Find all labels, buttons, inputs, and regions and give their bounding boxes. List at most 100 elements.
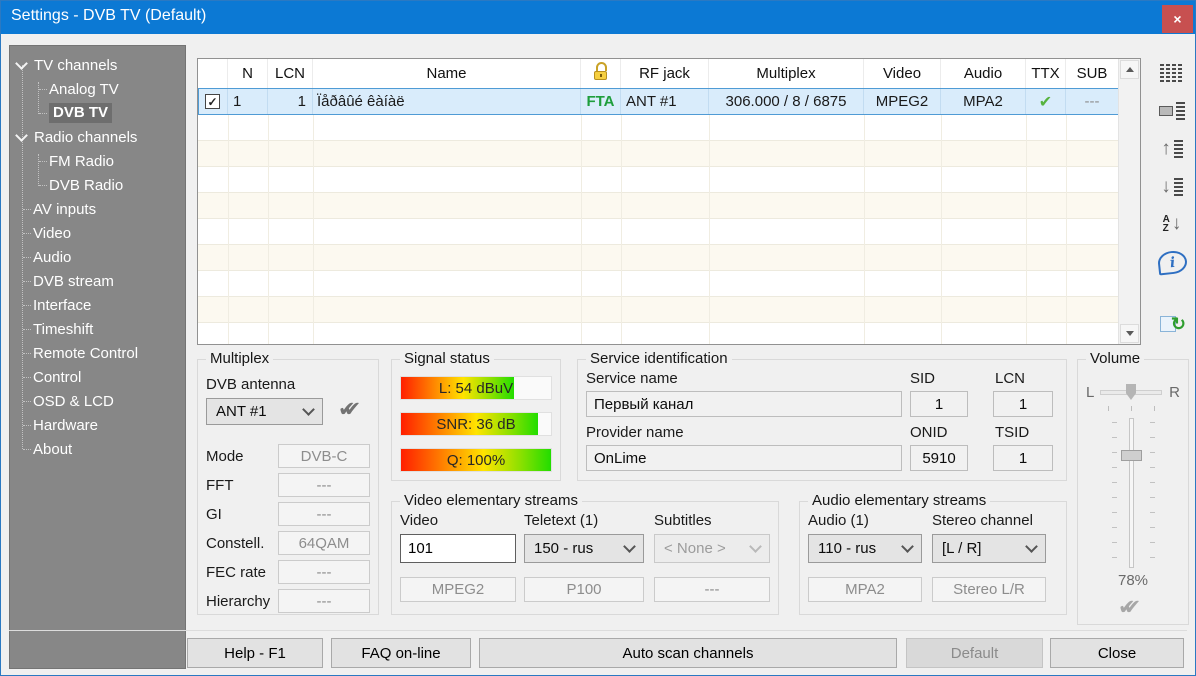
sidebar-item-audio[interactable]: Audio (10, 245, 185, 269)
header-multiplex[interactable]: Multiplex (709, 59, 864, 88)
sidebar-item-control[interactable]: Control (10, 365, 185, 389)
balance-tick (1108, 406, 1109, 411)
move-down-icon: ↓ (1161, 178, 1183, 196)
teletext-select[interactable]: 150 - rus (524, 534, 644, 563)
fft-value: --- (278, 473, 370, 497)
multiplex-group: Multiplex DVB antenna ANT #1 Mode DVB-C … (197, 359, 379, 615)
column-gridlines (198, 88, 199, 344)
header-sub[interactable]: SUB (1066, 59, 1119, 88)
lcn-field: 1 (993, 391, 1053, 417)
sidebar-item-remote-control[interactable]: Remote Control (10, 341, 185, 365)
chevron-down-icon (901, 540, 914, 553)
channel-info-button[interactable]: i (1151, 248, 1193, 276)
scroll-up-button[interactable] (1120, 60, 1139, 79)
video-pid-input[interactable]: 101 (400, 534, 516, 563)
rescan-button[interactable]: ↻ (1151, 311, 1193, 339)
audio-codec-field: MPA2 (808, 577, 922, 602)
channel-grid-button[interactable] (1151, 59, 1193, 87)
audio-streams-group: Audio elementary streams Audio (1) Stere… (799, 501, 1067, 615)
sidebar-item-osd-lcd[interactable]: OSD & LCD (10, 389, 185, 413)
audio-select[interactable]: 110 - rus (808, 534, 922, 563)
service-identification-title: Service identification (586, 350, 732, 367)
faq-button[interactable]: FAQ on-line (331, 638, 471, 668)
chevron-down-icon[interactable] (15, 57, 28, 70)
sidebar-item-tv-channels[interactable]: TV channels (10, 53, 185, 77)
teletext-page-field: P100 (524, 577, 644, 602)
scroll-down-button[interactable] (1120, 324, 1139, 343)
edit-channel-button[interactable] (1151, 97, 1193, 125)
sidebar-item-radio-channels[interactable]: Radio channels (10, 125, 185, 149)
channel-checkbox[interactable]: ✓ (205, 94, 220, 109)
video-streams-title: Video elementary streams (400, 492, 582, 509)
header-n[interactable]: N (228, 59, 268, 88)
sidebar-item-dvb-radio[interactable]: DVB Radio (10, 173, 185, 197)
header-lcn[interactable]: LCN (268, 59, 313, 88)
header-rf-jack[interactable]: RF jack (621, 59, 709, 88)
stereo-channel-select[interactable]: [L / R] (932, 534, 1046, 563)
service-name-field[interactable]: Первый канал (586, 391, 902, 417)
sidebar-item-about[interactable]: About (10, 437, 185, 461)
chevron-down-icon[interactable] (15, 129, 28, 142)
constellation-value: 64QAM (278, 531, 370, 555)
stereo-channel-label: Stereo channel (932, 512, 1033, 529)
dvb-antenna-select[interactable]: ANT #1 (206, 398, 323, 425)
table-row[interactable]: ✓ 1 1 Ïåðâûé êàíàë FTA ANT #1 306.000 / … (198, 88, 1119, 115)
footer-separator (9, 630, 1187, 631)
signal-snr-bar: SNR: 36 dB (400, 412, 552, 436)
sort-button[interactable]: AZ↓ (1151, 210, 1193, 238)
balance-tick (1131, 406, 1132, 411)
move-down-button[interactable]: ↓ (1151, 173, 1193, 201)
service-name-label: Service name (586, 370, 678, 387)
sidebar-item-av-inputs[interactable]: AV inputs (10, 197, 185, 221)
header-video[interactable]: Video (864, 59, 941, 88)
chevron-down-icon (1025, 540, 1038, 553)
help-button[interactable]: Help - F1 (187, 638, 323, 668)
video-codec-field: MPEG2 (400, 577, 516, 602)
volume-group-title: Volume (1086, 350, 1144, 367)
balance-right-label: R (1169, 384, 1180, 401)
channel-table-body: ✓ 1 1 Ïåðâûé êàíàë FTA ANT #1 306.000 / … (198, 88, 1119, 344)
signal-quality-bar: Q: 100% (400, 448, 552, 472)
teletext-label: Teletext (1) (524, 512, 598, 529)
header-scrambled[interactable] (581, 59, 621, 88)
sidebar-item-timeshift[interactable]: Timeshift (10, 317, 185, 341)
close-dialog-button[interactable]: Close (1050, 638, 1184, 668)
sidebar-item-video[interactable]: Video (10, 221, 185, 245)
row-gridlines (198, 115, 1119, 344)
auto-scan-button[interactable]: Auto scan channels (479, 638, 897, 668)
mode-value: DVB-C (278, 444, 370, 468)
cell-access: FTA (581, 88, 621, 115)
header-ttx[interactable]: TTX (1026, 59, 1066, 88)
move-up-icon: ↑ (1161, 140, 1183, 158)
volume-slider-track[interactable] (1129, 418, 1134, 568)
move-up-button[interactable]: ↑ (1151, 135, 1193, 163)
close-button[interactable]: × (1162, 5, 1193, 33)
sort-az-icon: AZ↓ (1163, 215, 1182, 233)
table-scrollbar[interactable] (1118, 59, 1140, 344)
provider-name-field[interactable]: OnLime (586, 445, 902, 471)
volume-group: Volume L R 78% (1077, 359, 1189, 625)
header-name[interactable]: Name (313, 59, 581, 88)
sidebar-item-interface[interactable]: Interface (10, 293, 185, 317)
sidebar-item-hardware[interactable]: Hardware (10, 413, 185, 437)
sid-label: SID (910, 370, 935, 387)
refresh-icon: ↻ (1160, 314, 1184, 336)
title-bar[interactable]: Settings - DVB TV (Default) × (1, 1, 1195, 34)
chevron-down-icon (623, 540, 636, 553)
sidebar-item-analog-tv[interactable]: Analog TV (10, 77, 185, 101)
onid-label: ONID (910, 424, 948, 441)
sidebar-item-dvb-stream[interactable]: DVB stream (10, 269, 185, 293)
multiplex-row-mode: Mode DVB-C (206, 444, 370, 468)
fec-rate-value: --- (278, 560, 370, 584)
lcn-label: LCN (995, 370, 1025, 387)
header-audio[interactable]: Audio (941, 59, 1026, 88)
sidebar-item-dvb-tv[interactable]: DVB TV (10, 101, 185, 125)
cell-multiplex: 306.000 / 8 / 6875 (709, 88, 864, 115)
tsid-field: 1 (993, 445, 1053, 471)
balance-slider-thumb[interactable] (1126, 384, 1136, 400)
audio-streams-title: Audio elementary streams (808, 492, 990, 509)
sidebar-item-fm-radio[interactable]: FM Radio (10, 149, 185, 173)
volume-slider-thumb[interactable] (1121, 450, 1142, 461)
triangle-down-icon (1126, 331, 1134, 336)
volume-ticks-right (1150, 422, 1155, 564)
